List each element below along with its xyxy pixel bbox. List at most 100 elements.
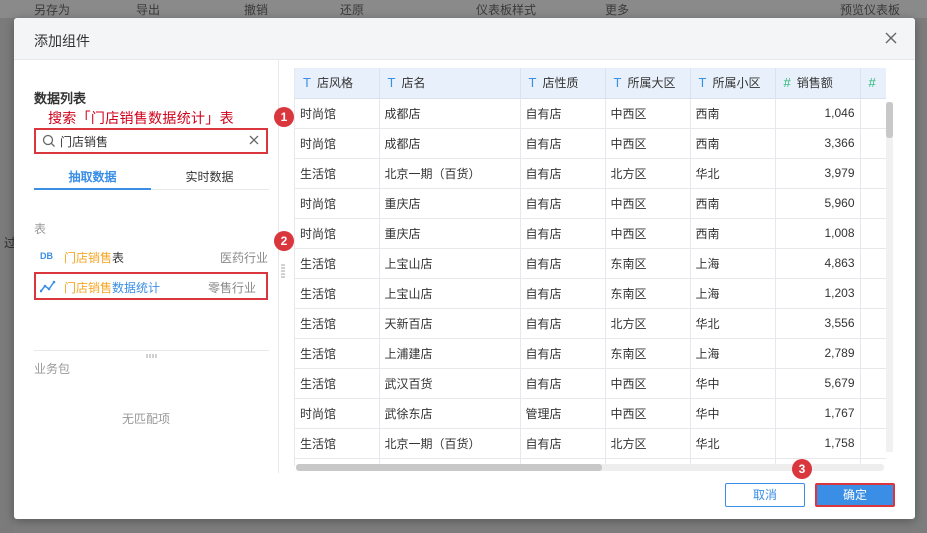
table-item-store-sales[interactable]: DB 门店销售表 医药行业 bbox=[34, 242, 268, 270]
vertical-scrollbar-thumb[interactable] bbox=[886, 102, 893, 138]
table-cell: 华北 bbox=[690, 428, 776, 459]
table-cell: 上宝山店 bbox=[379, 278, 521, 309]
table-cell: 生活馆 bbox=[295, 158, 380, 189]
table-cell: 1,008 bbox=[775, 218, 861, 249]
table-item-store-sales-stats[interactable]: 门店销售数据统计 零售行业 bbox=[34, 272, 268, 300]
table-cell: 3,366 bbox=[775, 128, 861, 159]
table-cell: 时尚馆 bbox=[295, 188, 380, 219]
table-row: 生活馆 北京一期（百货） 自有店 北方区 华北 1,758 bbox=[295, 428, 886, 459]
column-header[interactable]: # bbox=[860, 68, 886, 99]
confirm-button[interactable]: 确定 bbox=[815, 483, 895, 507]
resize-grip-icon[interactable] bbox=[146, 354, 158, 358]
table-cell: 北方区 bbox=[605, 428, 691, 459]
industry-tag: 零售行业 bbox=[207, 281, 256, 295]
table-row: 时尚馆 重庆店 自有店 中西区 西南 1,008 bbox=[295, 218, 886, 249]
column-header[interactable]: T 店性质 bbox=[520, 68, 606, 99]
step-marker-3: 3 bbox=[792, 459, 812, 479]
number-type-icon: # bbox=[868, 75, 876, 91]
column-header[interactable]: T 所属大区 bbox=[605, 68, 691, 99]
background-left-strip bbox=[0, 18, 14, 533]
line-chart-icon bbox=[40, 280, 56, 293]
clear-search-icon[interactable] bbox=[248, 134, 260, 146]
table-cell: 1,758 bbox=[775, 428, 861, 459]
table-cell: 自有店 bbox=[520, 428, 606, 459]
table-cell: 1,767 bbox=[775, 398, 861, 429]
table-row: 生活馆 上宝山店 自有店 东南区 上海 4,863 bbox=[295, 248, 886, 279]
table-cell: 重庆店 bbox=[379, 218, 521, 249]
table-cell: 中西区 bbox=[605, 218, 691, 249]
table-cell: 3,979 bbox=[775, 158, 861, 189]
table-cell: 北京一期（百货） bbox=[379, 428, 521, 459]
cancel-button[interactable]: 取消 bbox=[725, 483, 805, 507]
table-cell: 北方区 bbox=[605, 308, 691, 339]
table-cell: 东南区 bbox=[605, 278, 691, 309]
search-input[interactable] bbox=[60, 132, 246, 150]
table-name: 门店销售数据统计 bbox=[64, 281, 161, 295]
table-cell bbox=[860, 218, 886, 249]
table-row: 时尚馆 成都店 自有店 中西区 西南 3,366 bbox=[295, 128, 886, 159]
data-list-label: 数据列表 bbox=[34, 91, 87, 106]
table-cell: 华北 bbox=[690, 158, 776, 189]
table-cell: 北方区 bbox=[605, 158, 691, 189]
dialog-header: 添加组件 bbox=[14, 18, 915, 60]
table-cell: 5,960 bbox=[775, 188, 861, 219]
table-row: 生活馆 北京一期（百货） 自有店 北方区 华北 3,979 bbox=[295, 158, 886, 189]
table-row: 时尚馆 成都店 自有店 中西区 西南 1,046 bbox=[295, 98, 886, 129]
table-cell: 重庆店 bbox=[379, 188, 521, 219]
table-cell bbox=[860, 368, 886, 399]
table-cell: 武汉百货 bbox=[379, 368, 521, 399]
table-cell: 华中 bbox=[690, 368, 776, 399]
table-cell: 上浦建店 bbox=[379, 338, 521, 369]
table-cell bbox=[860, 338, 886, 369]
table-cell: 时尚馆 bbox=[295, 398, 380, 429]
vertical-scrollbar[interactable] bbox=[886, 102, 893, 452]
column-header[interactable]: # 销售额 bbox=[775, 68, 861, 99]
table-cell bbox=[860, 128, 886, 159]
step-marker-1: 1 bbox=[274, 107, 294, 127]
table-cell: 中西区 bbox=[605, 98, 691, 129]
table-cell: 武徐东店 bbox=[379, 398, 521, 429]
data-preview-table: T 店风格 T 店名 T 店性质 T 所属大区 T 所属小区 # 销售额 # 时尚馆 成都店自… bbox=[294, 68, 886, 466]
business-pack-label: 业务包 bbox=[34, 362, 71, 376]
table-cell: 自有店 bbox=[520, 158, 606, 189]
table-cell: 自有店 bbox=[520, 218, 606, 249]
text-type-icon: T bbox=[387, 75, 396, 91]
table-cell: 东南区 bbox=[605, 338, 691, 369]
table-cell: 上海 bbox=[690, 248, 776, 279]
table-cell: 生活馆 bbox=[295, 338, 380, 369]
table-cell: 5,679 bbox=[775, 368, 861, 399]
add-component-dialog: 添加组件 数据列表 搜索「门店销售数据统计」表 抽取数据 实时数据 表 DB 门… bbox=[14, 18, 915, 519]
column-header[interactable]: T 店风格 bbox=[295, 68, 380, 99]
text-type-icon: T bbox=[613, 75, 622, 91]
table-cell: 西南 bbox=[690, 98, 776, 129]
resize-grip-vertical-icon[interactable] bbox=[281, 264, 285, 278]
column-header[interactable]: T 所属小区 bbox=[690, 68, 776, 99]
industry-tag: 医药行业 bbox=[219, 251, 268, 265]
table-cell: 自有店 bbox=[520, 278, 606, 309]
table-cell: 自有店 bbox=[520, 368, 606, 399]
tab-extract-data[interactable]: 抽取数据 bbox=[34, 168, 151, 190]
table-cell: 东南区 bbox=[605, 248, 691, 279]
table-row: 生活馆 上浦建店 自有店 东南区 上海 2,789 bbox=[295, 338, 886, 369]
table-cell: 成都店 bbox=[379, 128, 521, 159]
table-cell bbox=[860, 428, 886, 459]
horizontal-scrollbar-thumb[interactable] bbox=[296, 464, 602, 471]
table-cell bbox=[860, 278, 886, 309]
dialog-title: 添加组件 bbox=[34, 33, 90, 49]
table-row: 生活馆 天新百店 自有店 北方区 华北 3,556 bbox=[295, 308, 886, 339]
number-type-icon: # bbox=[783, 75, 791, 91]
table-cell: 中西区 bbox=[605, 128, 691, 159]
search-box[interactable] bbox=[34, 128, 268, 154]
table-cell: 西南 bbox=[690, 218, 776, 249]
text-type-icon: T bbox=[528, 75, 537, 91]
text-type-icon: T bbox=[303, 75, 311, 91]
table-cell: 生活馆 bbox=[295, 428, 380, 459]
table-cell: 西南 bbox=[690, 188, 776, 219]
table-cell: 1,203 bbox=[775, 278, 861, 309]
column-header[interactable]: T 店名 bbox=[379, 68, 521, 99]
table-cell bbox=[860, 188, 886, 219]
annotation-search-hint: 搜索「门店销售数据统计」表 bbox=[48, 110, 234, 126]
tab-realtime-data[interactable]: 实时数据 bbox=[151, 168, 268, 190]
database-icon: DB bbox=[40, 251, 53, 261]
close-icon[interactable] bbox=[883, 30, 899, 46]
